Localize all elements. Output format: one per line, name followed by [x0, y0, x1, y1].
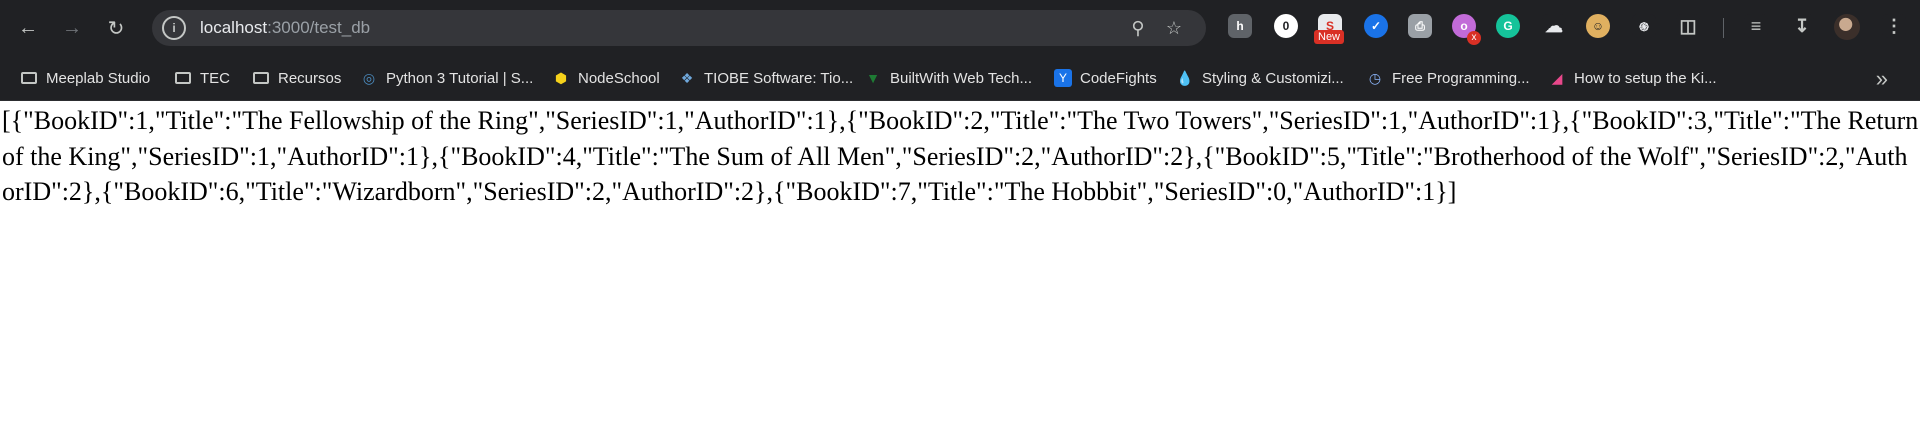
bookmark-label: NodeSchool [578, 69, 660, 87]
folder-icon [252, 69, 270, 87]
new-badge: New [1314, 30, 1345, 44]
profile-avatar[interactable] [1834, 14, 1860, 40]
extension-ghost-icon[interactable]: ֍ [1632, 14, 1656, 38]
bookmark-meeplab-studio[interactable]: Meeplab Studio [20, 66, 150, 90]
bookmark-label: TEC [200, 69, 230, 87]
extension-counter-icon[interactable]: 0 [1274, 14, 1298, 38]
url-host: localhost [200, 18, 268, 37]
site-info-icon[interactable]: i [162, 16, 186, 40]
kibana-icon: ◢ [1551, 69, 1563, 86]
python-icon: ◎ [362, 69, 376, 86]
bookmark-label: How to setup the Ki... [1574, 69, 1717, 87]
bookmark-codefights[interactable]: Y CodeFights [1054, 66, 1157, 90]
download-icon[interactable]: ↧ [1790, 14, 1814, 38]
bookmark-styling[interactable]: 💧 Styling & Customizi... [1176, 66, 1344, 90]
error-badge: x [1467, 31, 1481, 45]
folder-icon [174, 69, 192, 87]
folder-icon [20, 69, 38, 87]
bookmark-label: Free Programming... [1392, 69, 1530, 87]
extension-printer-icon[interactable]: ⎙ [1408, 14, 1432, 38]
tiobe-icon: ❖ [680, 69, 694, 86]
json-response-body: [{"BookID":1,"Title":"The Fellowship of … [2, 106, 1919, 206]
wifi-icon: ◷ [1368, 69, 1382, 86]
bookmark-free-programming[interactable]: ◷ Free Programming... [1366, 66, 1530, 90]
bookmark-tiobe[interactable]: ❖ TIOBE Software: Tio... [678, 66, 854, 90]
bookmark-kibana-setup[interactable]: ◢ How to setup the Ki... [1548, 66, 1717, 90]
reload-icon[interactable]: ↻ [100, 12, 132, 44]
bookmark-tec[interactable]: TEC [174, 66, 230, 90]
builtwith-icon: ▼ [866, 70, 880, 86]
extension-face-icon[interactable]: ☺ [1586, 14, 1610, 38]
bookmark-label: CodeFights [1080, 69, 1157, 87]
drop-icon: 💧 [1176, 69, 1194, 86]
more-bookmarks-icon[interactable]: » [1876, 66, 1888, 92]
bookmark-recursos[interactable]: Recursos [252, 66, 341, 90]
bookmark-builtwith[interactable]: ▼ BuiltWith Web Tech... [864, 66, 1032, 90]
toolbar-separator [1723, 18, 1724, 38]
bookmark-label: Meeplab Studio [46, 69, 151, 87]
forward-arrow-icon[interactable]: → [56, 12, 88, 44]
extension-hubspot-icon[interactable]: h [1228, 14, 1252, 38]
bookmark-nodeschool[interactable]: ⬢ NodeSchool [552, 66, 660, 90]
browser-toolbar: ← → ↻ i localhost:3000/test_db ⚲ ☆ h 0 S… [0, 0, 1920, 56]
codefights-icon: Y [1054, 69, 1072, 87]
bookmark-label: TIOBE Software: Tio... [704, 69, 854, 87]
star-icon[interactable]: ☆ [1162, 16, 1186, 40]
bookmark-python-tutorial[interactable]: ◎ Python 3 Tutorial | S... [360, 66, 533, 90]
bookmark-label: Recursos [278, 69, 342, 87]
url-path: :3000/test_db [267, 18, 371, 37]
url-text[interactable]: localhost:3000/test_db [200, 18, 370, 38]
back-arrow-icon[interactable]: ← [12, 12, 44, 44]
zoom-icon[interactable]: ⚲ [1126, 16, 1150, 40]
bookmark-label: Python 3 Tutorial | S... [386, 69, 534, 87]
extension-check-icon[interactable]: ✓ [1364, 14, 1388, 38]
bookmark-label: Styling & Customizi... [1202, 69, 1344, 87]
address-bar[interactable]: i localhost:3000/test_db ⚲ ☆ [152, 10, 1206, 46]
bookmark-label: BuiltWith Web Tech... [890, 69, 1033, 87]
extensions-puzzle-icon[interactable]: ◫ [1676, 14, 1700, 38]
bookmarks-bar: Meeplab Studio TEC Recursos ◎ Python 3 T… [0, 56, 1920, 101]
hexagon-icon: ⬢ [554, 69, 568, 86]
extension-cloud-icon[interactable]: ☁ [1542, 14, 1566, 38]
menu-kebab-icon[interactable]: ⋮ [1882, 14, 1906, 38]
media-playlist-icon[interactable]: ≡ [1744, 14, 1768, 38]
extension-grammarly-icon[interactable]: G [1496, 14, 1520, 38]
